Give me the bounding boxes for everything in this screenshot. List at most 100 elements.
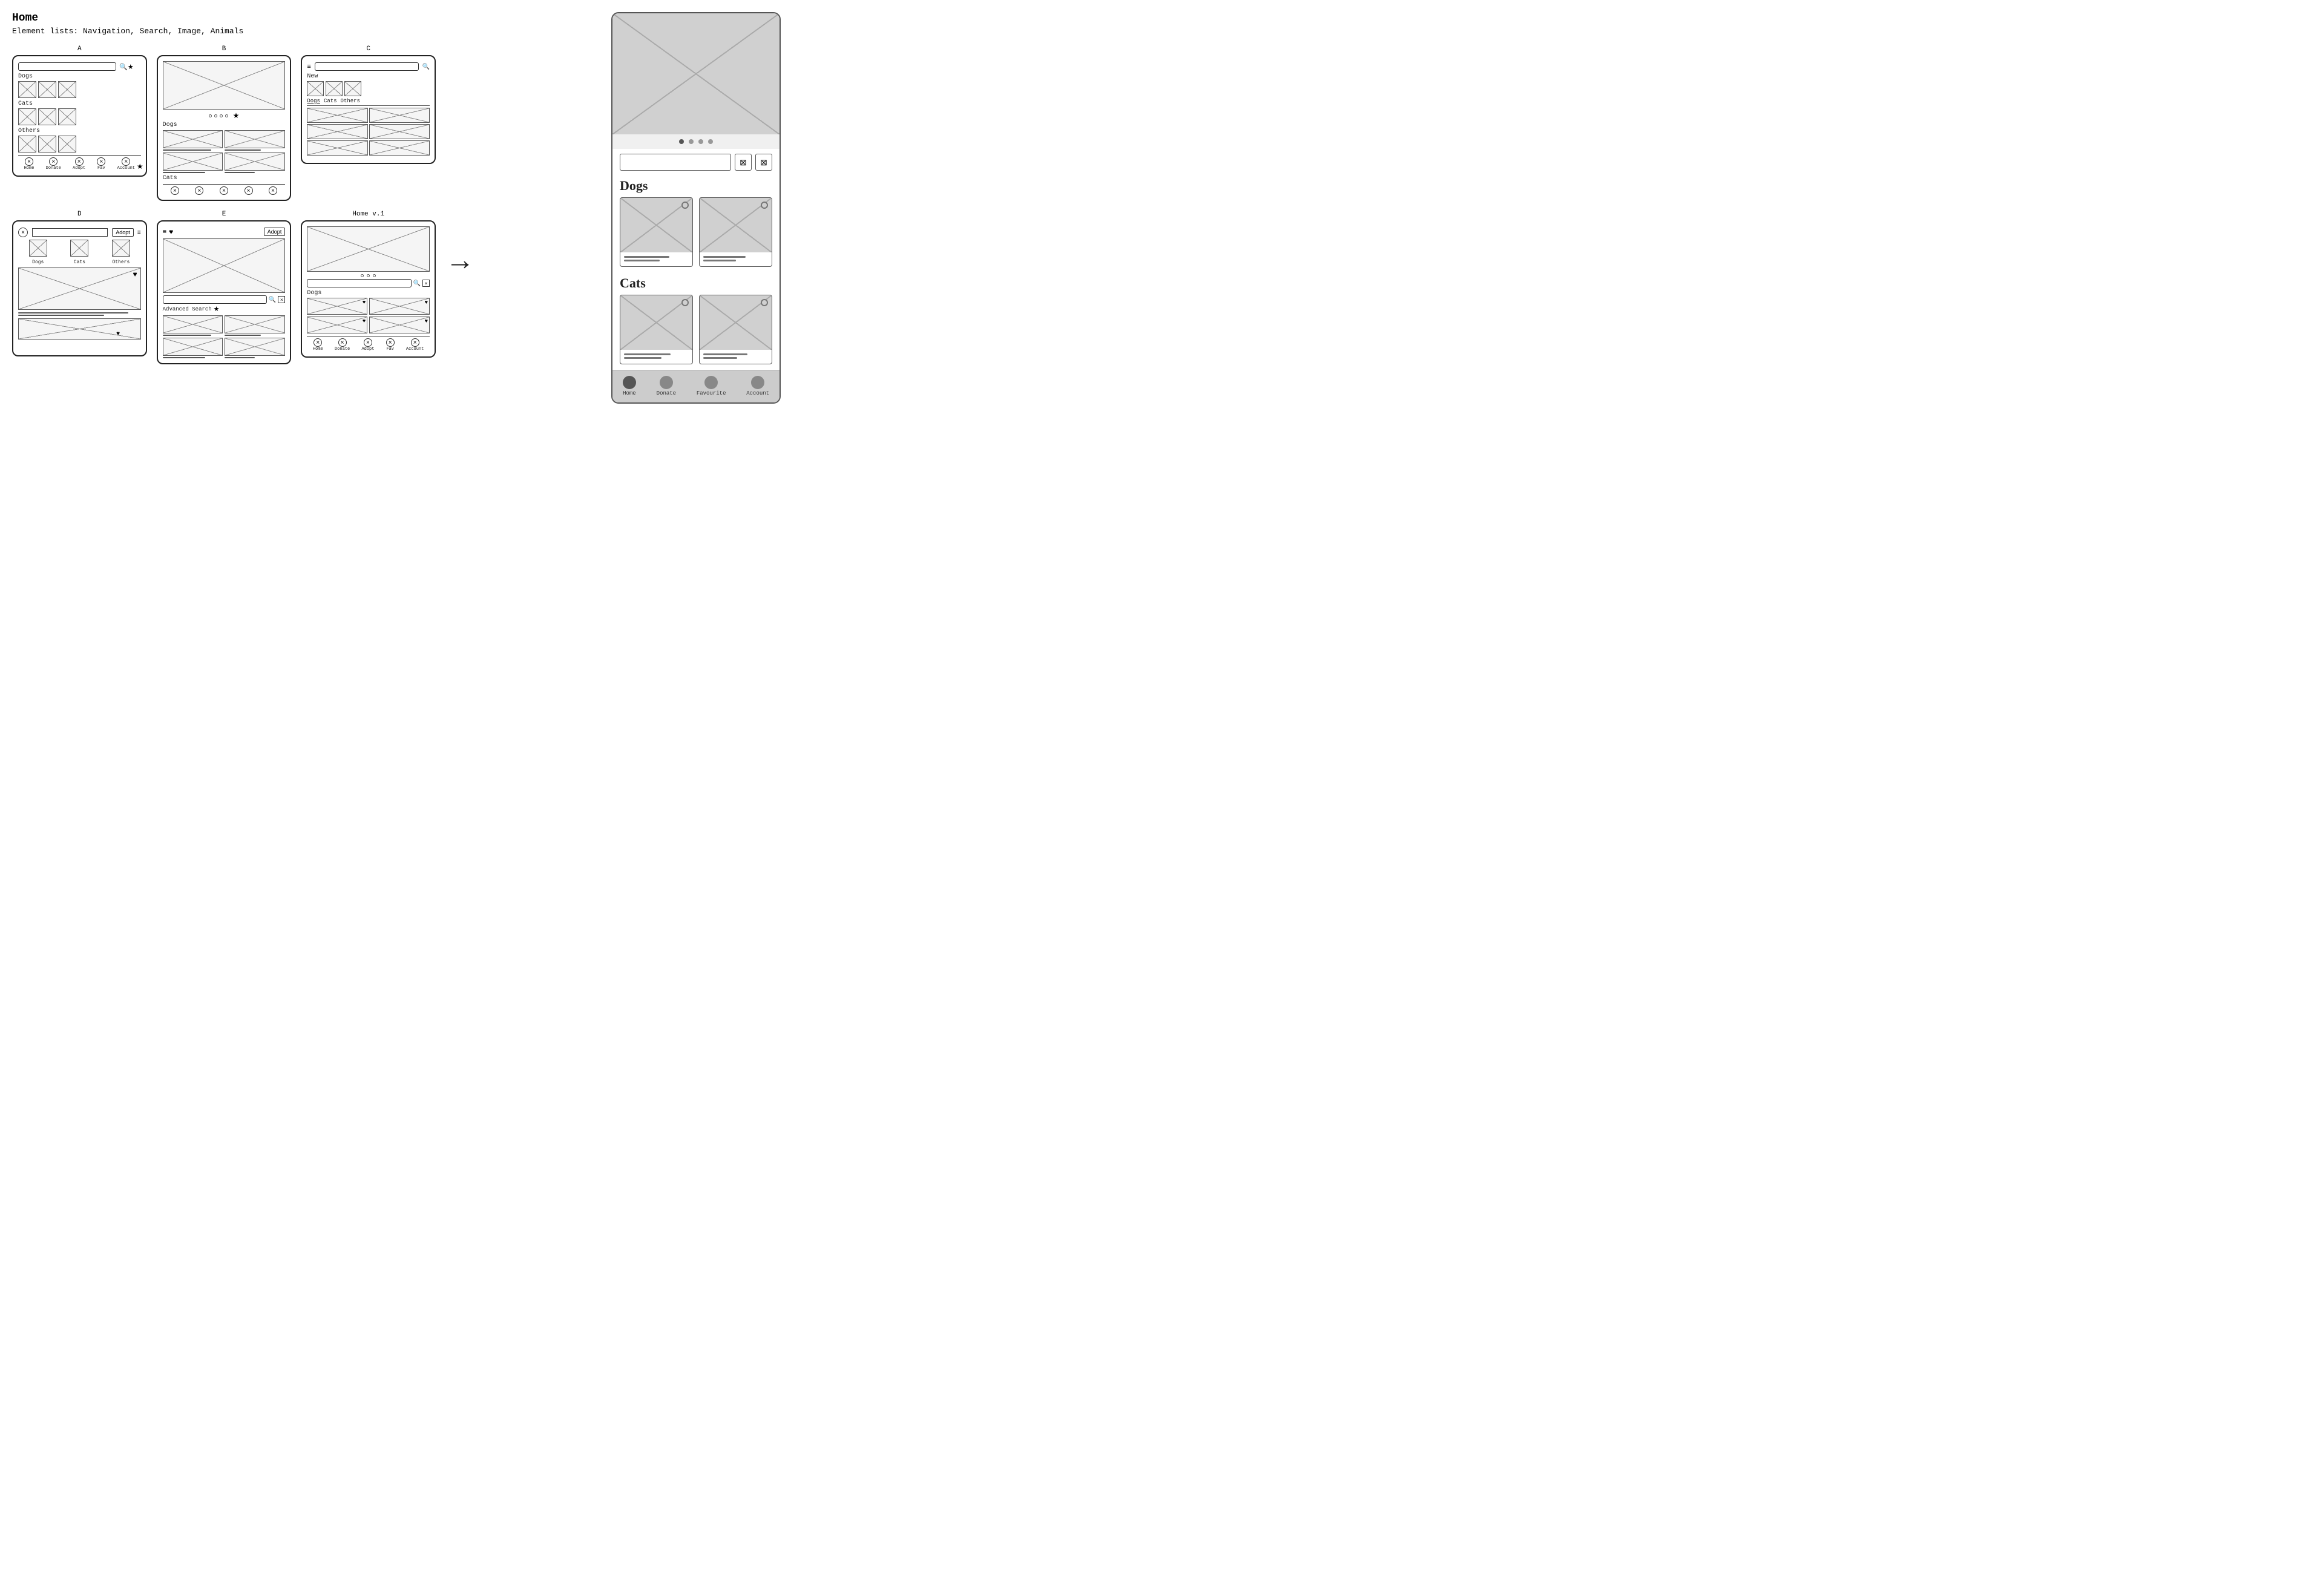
mockup-dots-indicator <box>612 134 780 149</box>
sketch-d: D Adopt ≡ Dogs Cats <box>12 211 147 364</box>
v1-card-2: ♥ <box>369 298 430 315</box>
mockup-search-input[interactable] <box>620 154 731 171</box>
mockup-cats-cards <box>612 295 780 370</box>
c-new-img-3 <box>344 81 361 96</box>
nav-fav-label: Fav <box>97 166 105 171</box>
b-card-img-2 <box>225 130 285 148</box>
dog-card-1-img-container <box>620 198 692 252</box>
cat-card-2-line-2 <box>703 357 737 359</box>
d-hero-container: ♥ <box>18 267 141 310</box>
mockup-nav-favourite[interactable]: Favourite <box>697 376 726 396</box>
tab-others[interactable]: Others <box>341 98 360 104</box>
sketch-home-v1-label: Home v.1 <box>301 211 436 218</box>
mockup-nav-donate[interactable]: Donate <box>657 376 676 396</box>
e-adopt-btn[interactable]: Adopt <box>264 228 286 236</box>
cat-card-2-info <box>700 350 772 364</box>
mockup-search-icon[interactable]: ⊠ <box>735 154 752 171</box>
sketch-d-frame: Adopt ≡ Dogs Cats Others <box>12 220 147 356</box>
cat-card-1-line-1 <box>624 353 671 355</box>
v1-nav-fav: Fav <box>386 338 395 352</box>
tab-cats[interactable]: Cats <box>324 98 337 104</box>
dot-4 <box>225 114 228 117</box>
account-icon <box>122 157 130 166</box>
v1-dots <box>307 274 430 277</box>
c-card-6 <box>369 140 430 156</box>
sketch-a-others-img-1 <box>18 136 36 153</box>
sketch-b-card-1 <box>163 130 223 151</box>
v1-account-label: Account <box>406 347 424 352</box>
e-clear-btn[interactable]: × <box>278 296 285 303</box>
cat-card-2-img-container <box>700 295 772 350</box>
mockup-cat-card-2[interactable] <box>699 295 772 364</box>
sketch-a-cats-label: Cats <box>18 100 141 107</box>
v1-search-icon: 🔍 <box>413 280 421 287</box>
v1-clear-btn[interactable]: × <box>422 280 430 287</box>
v1-adopt-icon <box>364 338 372 347</box>
d-dogs-label: Dogs <box>29 260 47 265</box>
sketch-a-others-img-2 <box>38 136 56 153</box>
mockup-dot-2 <box>689 139 694 144</box>
e-heart-icon: ♥ <box>169 228 173 236</box>
d-cat-cats: Cats <box>70 240 88 265</box>
v1-nav: Home Donate Adopt Fav <box>307 336 430 352</box>
home-icon <box>25 157 33 166</box>
v1-card-img-4 <box>369 317 430 333</box>
mockup-cat-card-1[interactable] <box>620 295 693 364</box>
v1-donate-label: Donate <box>335 347 350 352</box>
sketch-b-label: B <box>157 45 292 53</box>
b-donate-icon <box>195 186 203 195</box>
v1-fav-label: Fav <box>386 347 394 352</box>
mockup-nav-donate-label: Donate <box>657 390 676 396</box>
v1-card-img-1 <box>307 298 367 315</box>
sketch-a-others-label: Others <box>18 128 141 134</box>
d-adopt-btn[interactable]: Adopt <box>112 228 134 237</box>
nav-account-label: Account <box>117 166 135 171</box>
mockup-nav-home-icon <box>623 376 636 389</box>
mockup-filter-icon[interactable]: ⊠ <box>755 154 772 171</box>
dot-3 <box>220 114 223 117</box>
c-new-img-1 <box>307 81 324 96</box>
sketch-a-nav: Home Donate Adopt Fav <box>18 155 141 171</box>
fav-icon <box>97 157 105 166</box>
b-home-icon <box>171 186 179 195</box>
mockup-nav-home[interactable]: Home <box>623 376 636 396</box>
e-search-bar <box>163 295 267 304</box>
v1-account-icon <box>411 338 419 347</box>
v1-search <box>307 279 411 287</box>
sketches-bottom-row: D Adopt ≡ Dogs Cats <box>12 211 436 364</box>
c-new-img-2 <box>326 81 343 96</box>
b-card-img-4 <box>225 153 285 171</box>
dog-card-1-line-1 <box>624 256 669 258</box>
mockup-nav-account[interactable]: Account <box>746 376 769 396</box>
e-card-img-2 <box>225 315 285 333</box>
dog-card-2-dot <box>761 202 768 209</box>
sketch-b-hero <box>163 61 286 110</box>
tab-dogs[interactable]: Dogs <box>307 98 320 104</box>
heart-2: ♥ <box>425 299 428 305</box>
v1-nav-donate: Donate <box>335 338 350 352</box>
v1-dot-1 <box>361 274 364 277</box>
v1-card-1: ♥ <box>307 298 367 315</box>
sketch-c-frame: ≡ 🔍 New Dogs Cats Others <box>301 55 436 164</box>
b-adopt-icon <box>220 186 228 195</box>
mockup-nav-donate-icon <box>660 376 673 389</box>
cat-card-2-line-1 <box>703 353 747 355</box>
sketch-c-search <box>315 62 419 71</box>
sketch-e: E ≡ ♥ Adopt 🔍 × Advanced Sear <box>157 211 292 364</box>
nav-donate-label: Donate <box>46 166 61 171</box>
dog-card-2-line-1 <box>703 256 746 258</box>
sketch-a-frame: 🔍★ Dogs Cats <box>12 55 147 177</box>
mockup-nav-favourite-label: Favourite <box>697 390 726 396</box>
e-card-4 <box>225 338 285 358</box>
e-advanced-search-label: Advanced Search <box>163 306 212 312</box>
sketch-e-frame: ≡ ♥ Adopt 🔍 × Advanced Search ★ <box>157 220 292 364</box>
sketch-b-cats-label: Cats <box>163 175 286 182</box>
mockup-dog-card-2[interactable] <box>699 197 772 267</box>
sketch-b-card-4 <box>225 153 285 173</box>
mockup-phone: ⊠ ⊠ Dogs <box>611 12 781 404</box>
sketch-a-dog-img-2 <box>38 81 56 98</box>
sketch-d-label: D <box>12 211 147 218</box>
mockup-dog-card-1[interactable] <box>620 197 693 267</box>
cat-card-1-line-2 <box>624 357 661 359</box>
sketch-a: A 🔍★ Dogs Cats <box>12 45 147 201</box>
